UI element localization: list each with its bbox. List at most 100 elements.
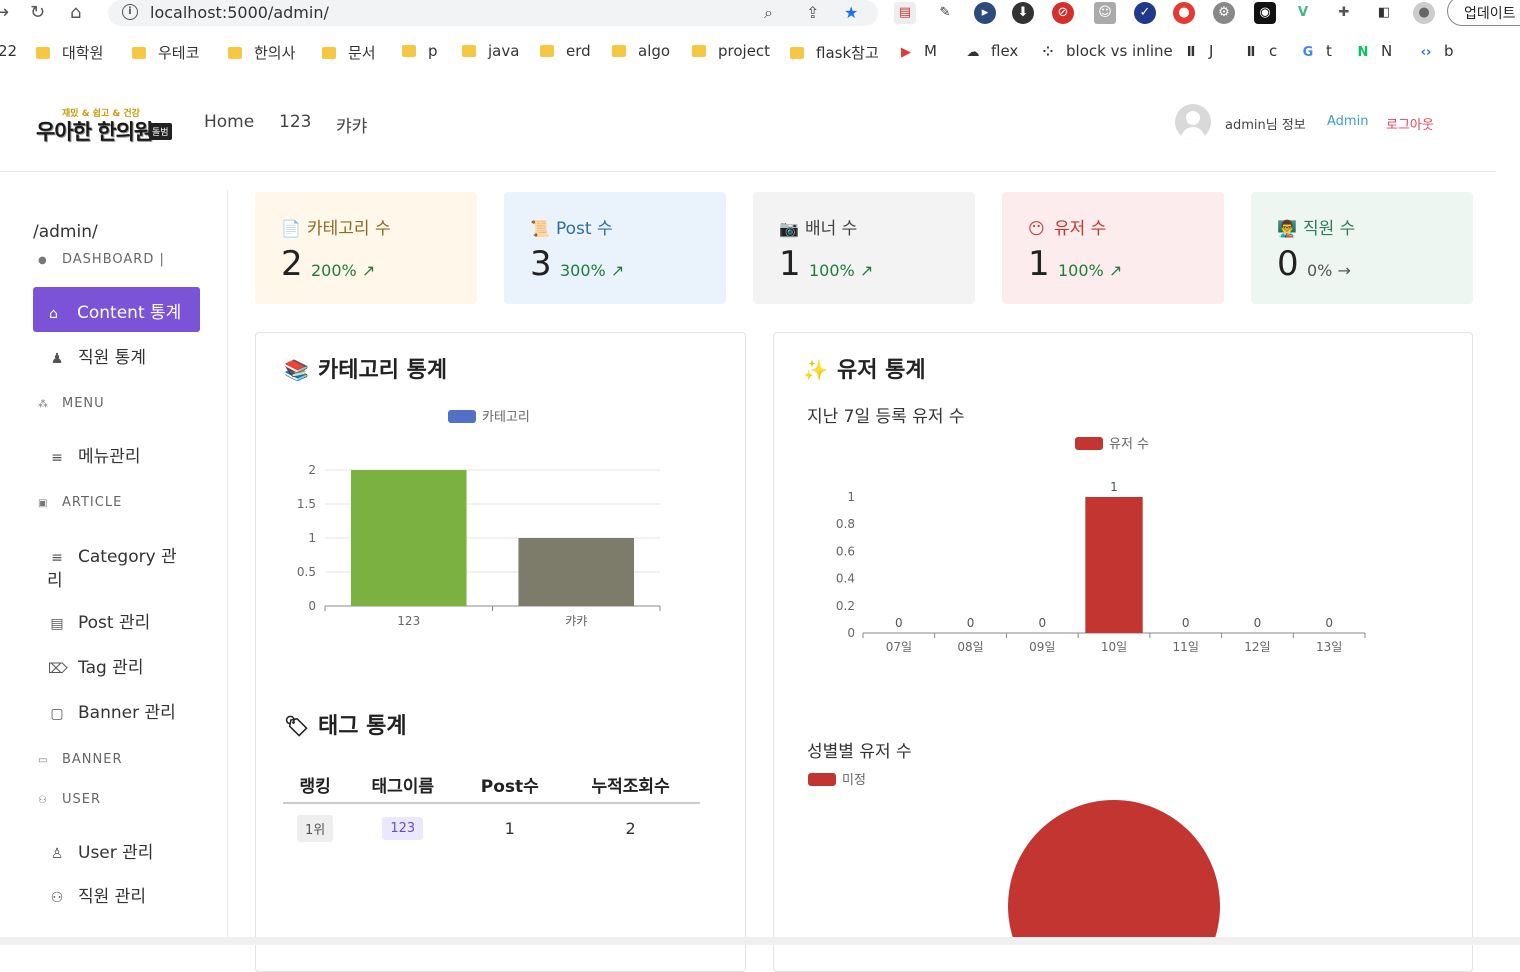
extension-app-icon[interactable]: ◉ bbox=[1254, 2, 1276, 24]
extension-cast-icon[interactable]: ▤ bbox=[894, 2, 916, 24]
sidebar-item-label: Banner 관리 bbox=[78, 703, 176, 723]
bookmark-item[interactable]: erd bbox=[540, 42, 591, 60]
sidebar-item-staff-stats[interactable]: ♟ 직원 통계 bbox=[48, 343, 146, 368]
extension-check-icon[interactable]: ✓ bbox=[1134, 2, 1156, 24]
user-info-link[interactable]: admin님 정보 bbox=[1225, 114, 1306, 133]
category-stats-title-text: 카테고리 통계 bbox=[318, 358, 448, 383]
sidebar-item-category-manage-wrap[interactable]: 리 bbox=[47, 566, 63, 591]
bookmark-item[interactable]: ⅡJ bbox=[1183, 42, 1214, 60]
logout-link[interactable]: 로그아웃 bbox=[1386, 114, 1434, 133]
extension-eyedropper-icon[interactable]: ✎ bbox=[934, 2, 956, 24]
home-icon[interactable]: ⌂ bbox=[70, 2, 81, 23]
post-count-card[interactable]: 📜 Post 수 3 300% ↗ bbox=[504, 192, 726, 304]
sidebar-item-staff-manage[interactable]: ⚇ 직원 관리 bbox=[48, 882, 146, 907]
bookmark-item[interactable]: p bbox=[402, 42, 438, 60]
bookmark-label: p bbox=[428, 42, 438, 60]
bookmark-item[interactable]: ‹› b bbox=[1418, 42, 1454, 60]
url-text[interactable]: localhost:5000/admin/ bbox=[150, 3, 329, 22]
info-icon[interactable]: i bbox=[122, 4, 138, 20]
admin-link[interactable]: Admin bbox=[1327, 114, 1368, 129]
header-tag-name[interactable]: 태그이름 bbox=[347, 767, 459, 804]
update-button[interactable]: 업데이트 bbox=[1447, 0, 1520, 26]
extension-cursor-icon[interactable]: ▸ bbox=[974, 2, 996, 24]
bookmark-item[interactable]: 대학원 bbox=[36, 42, 103, 63]
bookmark-star-icon[interactable]: ★ bbox=[844, 3, 858, 22]
banner-count-card[interactable]: 📷 배너 수 1 100% ↗ bbox=[753, 192, 975, 304]
sidebar-item-banner-manage[interactable]: ▢ Banner 관리 bbox=[48, 698, 176, 723]
sidebar-item-post-manage[interactable]: ▤ Post 관리 bbox=[48, 608, 150, 633]
profile-icon[interactable]: ● bbox=[1413, 2, 1435, 24]
sidebar-path: /admin/ bbox=[33, 222, 98, 242]
books-icon: 📚 bbox=[284, 358, 309, 382]
staff-count-card[interactable]: 👨‍🏫 직원 수 0 0% → bbox=[1251, 192, 1473, 304]
bookmark-item[interactable]: Ⅱc bbox=[1243, 42, 1278, 60]
bookmark-item[interactable]: ⁘ block vs inline bbox=[1040, 42, 1173, 60]
data-label: 0 bbox=[967, 616, 975, 630]
logo[interactable]: 재밌 & 쉽고 & 건강 우아한 한의원 돌범 bbox=[36, 106, 176, 146]
sidebar-item-category-manage[interactable]: ≡ Category 관 bbox=[48, 542, 177, 567]
tag-badge[interactable]: 123 bbox=[382, 817, 424, 840]
bookmark-item[interactable]: 우테코 bbox=[132, 42, 199, 63]
nav-123[interactable]: 123 bbox=[279, 112, 311, 132]
card-title: 👨‍🏫 직원 수 bbox=[1277, 214, 1355, 239]
sidebar-item-user-manage[interactable]: ♙ User 관리 bbox=[48, 838, 154, 863]
address-bar[interactable]: i localhost:5000/admin/ ⌕ ⇪ ★ bbox=[108, 0, 878, 26]
y-tick-label: 0.2 bbox=[836, 599, 855, 613]
sidebar-item-menu-manage[interactable]: ≡ 메뉴관리 bbox=[48, 442, 140, 467]
bookmark-label: flex bbox=[991, 42, 1019, 60]
bookmark-item[interactable]: algo bbox=[612, 42, 670, 60]
sidepanel-icon[interactable]: ◧ bbox=[1373, 2, 1395, 24]
weekly-users-legend[interactable]: 유저 수 bbox=[1075, 433, 1149, 452]
header-rank[interactable]: 랭킹 bbox=[283, 767, 348, 804]
extension-vue-icon[interactable]: V bbox=[1292, 2, 1314, 24]
zoom-icon[interactable]: ⌕ bbox=[764, 3, 773, 23]
extensions-puzzle-icon[interactable]: ✚ bbox=[1333, 2, 1355, 24]
category-count-card[interactable]: 📄 카테고리 수 2 200% ↗ bbox=[255, 192, 477, 304]
extension-block-icon[interactable]: ⊘ bbox=[1052, 2, 1074, 24]
user-count-card[interactable]: 😶 유저 수 1 100% ↗ bbox=[1002, 192, 1224, 304]
bookmark-item[interactable]: ☁ flex bbox=[965, 42, 1019, 60]
tag-name-cell: 123 bbox=[347, 803, 458, 853]
bookmark-item[interactable]: flask참고 bbox=[790, 42, 879, 63]
nav-kyakya[interactable]: 캬캬 bbox=[336, 112, 367, 137]
bar bbox=[1085, 497, 1143, 633]
share-icon[interactable]: ⇪ bbox=[806, 3, 819, 22]
header-post-count[interactable]: Post수 bbox=[458, 767, 562, 804]
bookmark-label: 22 bbox=[0, 42, 18, 60]
bookmark-label: c bbox=[1269, 42, 1278, 60]
folder-icon bbox=[612, 45, 626, 57]
extension-gear-icon[interactable]: ⚙ bbox=[1213, 2, 1235, 24]
nav-home[interactable]: Home bbox=[204, 112, 254, 132]
bookmark-item[interactable]: NN bbox=[1355, 42, 1393, 60]
extension-download-icon[interactable]: ⬇ bbox=[1012, 2, 1034, 24]
card-emoji-icon: 📜 bbox=[530, 219, 550, 238]
card-title-text: 직원 수 bbox=[1303, 219, 1356, 239]
bookmark-item[interactable]: Gt bbox=[1300, 42, 1332, 60]
sidebar-item-content-stats[interactable]: ⌂ Content 통계 bbox=[33, 287, 200, 332]
gender-legend[interactable]: 미정 bbox=[808, 769, 866, 788]
group-icon: ⚇ bbox=[50, 890, 64, 906]
folder-icon bbox=[402, 45, 416, 57]
bookmark-item[interactable]: 22 bbox=[0, 42, 17, 60]
extension-record-icon[interactable]: ● bbox=[1173, 2, 1195, 24]
bookmark-item[interactable]: project bbox=[692, 42, 770, 60]
category-legend[interactable]: 카테고리 bbox=[448, 406, 530, 425]
logo-tag: 돌범 bbox=[149, 123, 172, 140]
y-tick-label: 1 bbox=[847, 490, 855, 504]
menu-icon: ⁂ bbox=[38, 399, 49, 410]
avatar[interactable] bbox=[1175, 104, 1211, 140]
bookmark-item[interactable]: 문서 bbox=[322, 42, 376, 63]
sidebar-item-tag-manage[interactable]: ⌦ Tag 관리 bbox=[48, 653, 143, 678]
card-count: 1 bbox=[1028, 244, 1050, 284]
back-icon[interactable]: → bbox=[0, 2, 9, 23]
reload-icon[interactable]: ↻ bbox=[30, 2, 45, 23]
weekly-users-bar-chart: 0 0.2 0.4 0.6 0.8 1 0 07일 0 08일 0 09일 1 10일 0 11일 0 12일 0 1… bbox=[836, 480, 1366, 654]
header-view-count[interactable]: 누적조회수 bbox=[561, 767, 700, 804]
section-dashboard: ● DASHBOARD | bbox=[38, 252, 165, 267]
bookmark-item[interactable]: 한의사 bbox=[228, 42, 295, 63]
section-article-label: ARTICLE bbox=[62, 495, 123, 510]
bookmark-item[interactable]: java bbox=[462, 42, 519, 60]
bookmark-item[interactable]: ▶ M bbox=[898, 42, 937, 60]
horizontal-scrollbar[interactable] bbox=[0, 937, 1520, 945]
extension-person-icon[interactable]: ☺ bbox=[1094, 2, 1116, 24]
